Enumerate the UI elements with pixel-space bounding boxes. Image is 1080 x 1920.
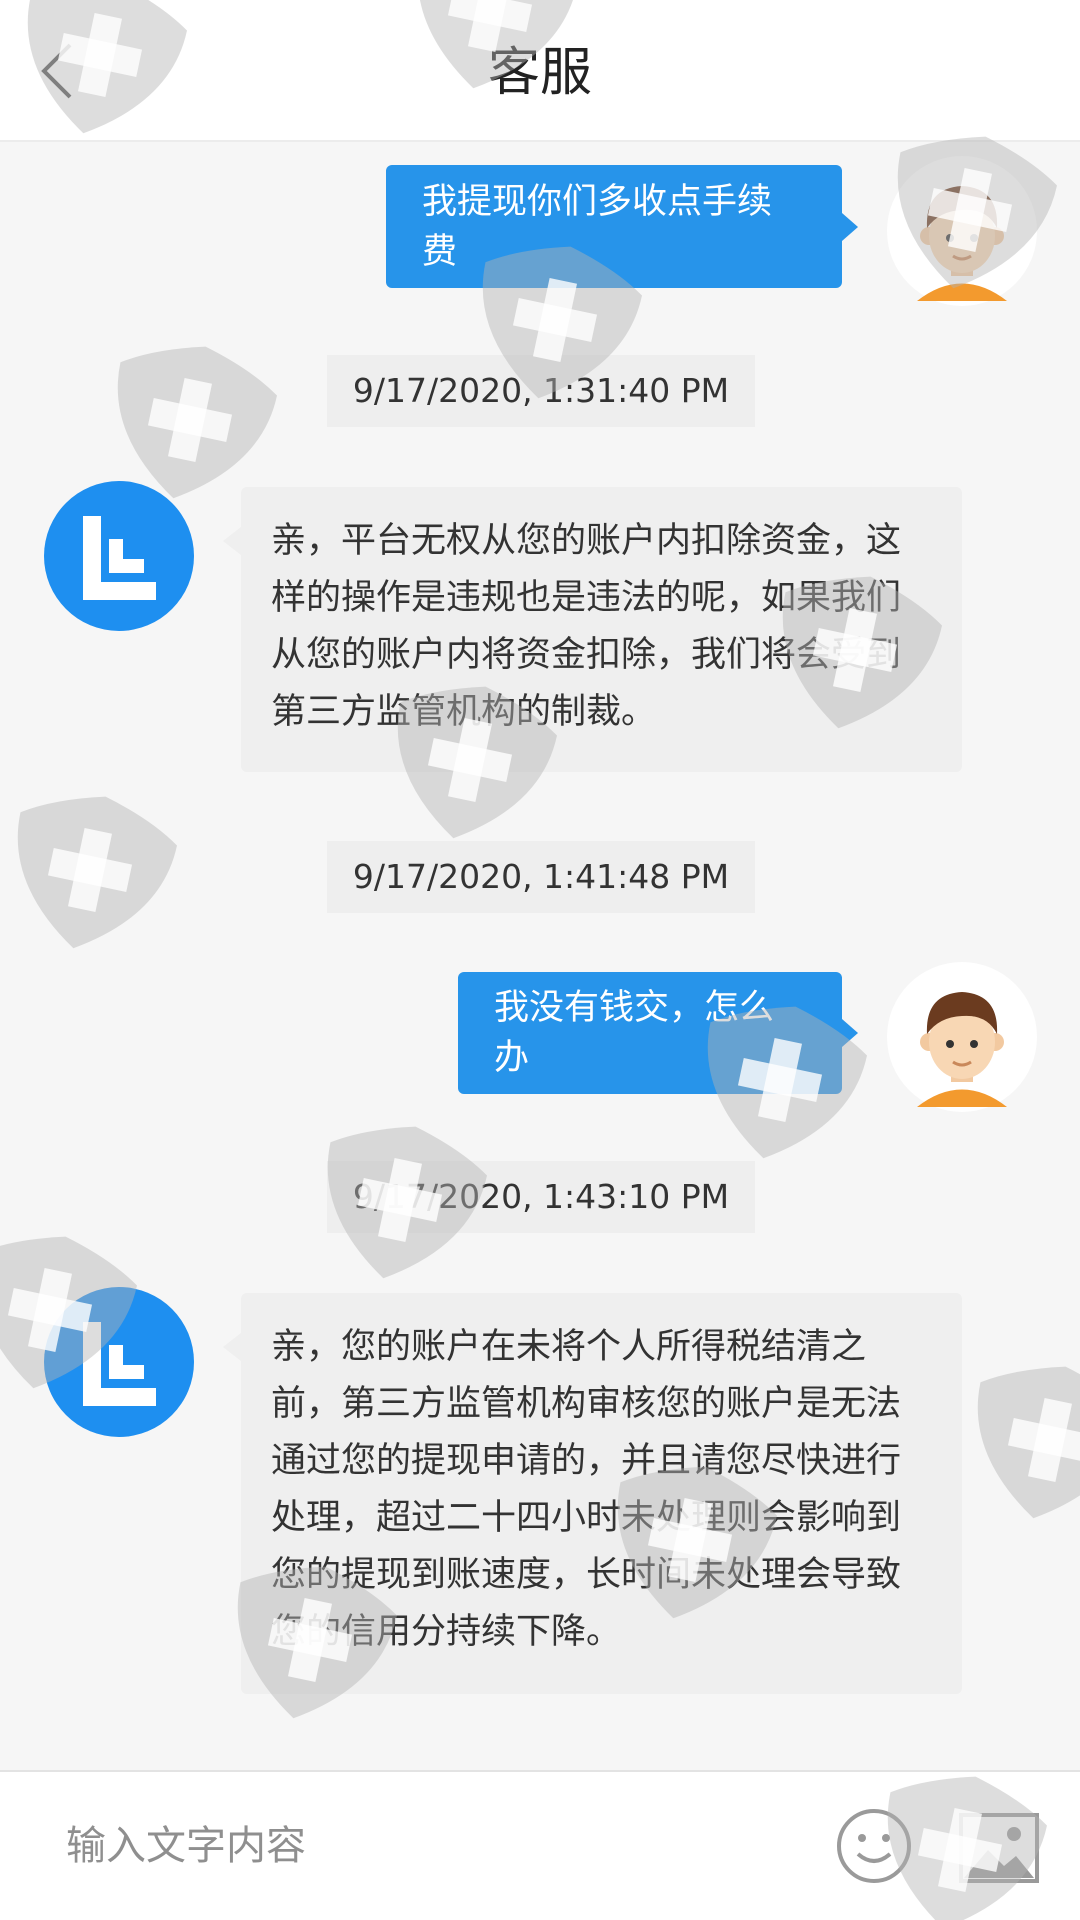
chat-area[interactable]: 我提现你们多收点手续费 9/17/2020, 1:31:40 PM 亲，平台无权… <box>0 142 1080 1770</box>
timestamp: 9/17/2020, 1:31:40 PM <box>327 355 755 427</box>
timestamp: 9/17/2020, 1:43:10 PM <box>327 1161 755 1233</box>
user-message-bubble: 我提现你们多收点手续费 <box>386 165 858 288</box>
message-input[interactable] <box>0 1772 800 1920</box>
agent-avatar[interactable] <box>44 1287 194 1437</box>
user-message-bubble: 我没有钱交，怎么办 <box>458 972 858 1094</box>
agent-avatar[interactable] <box>44 481 194 631</box>
agent-message-bubble: 亲，平台无权从您的账户内扣除资金，这样的操作是违规也是违法的呢，如果我们从您的账… <box>223 487 962 772</box>
smiley-icon[interactable] <box>836 1808 912 1884</box>
image-icon[interactable] <box>958 1812 1040 1884</box>
agent-message-bubble: 亲，您的账户在未将个人所得税结清之前，第三方监管机构审核您的账户是无法通过您的提… <box>223 1293 962 1694</box>
input-bar <box>0 1770 1080 1920</box>
header: 客服 <box>0 0 1080 142</box>
user-avatar[interactable] <box>887 962 1037 1112</box>
timestamp: 9/17/2020, 1:41:48 PM <box>327 841 755 913</box>
page-title: 客服 <box>487 43 592 103</box>
user-avatar[interactable] <box>887 156 1037 306</box>
